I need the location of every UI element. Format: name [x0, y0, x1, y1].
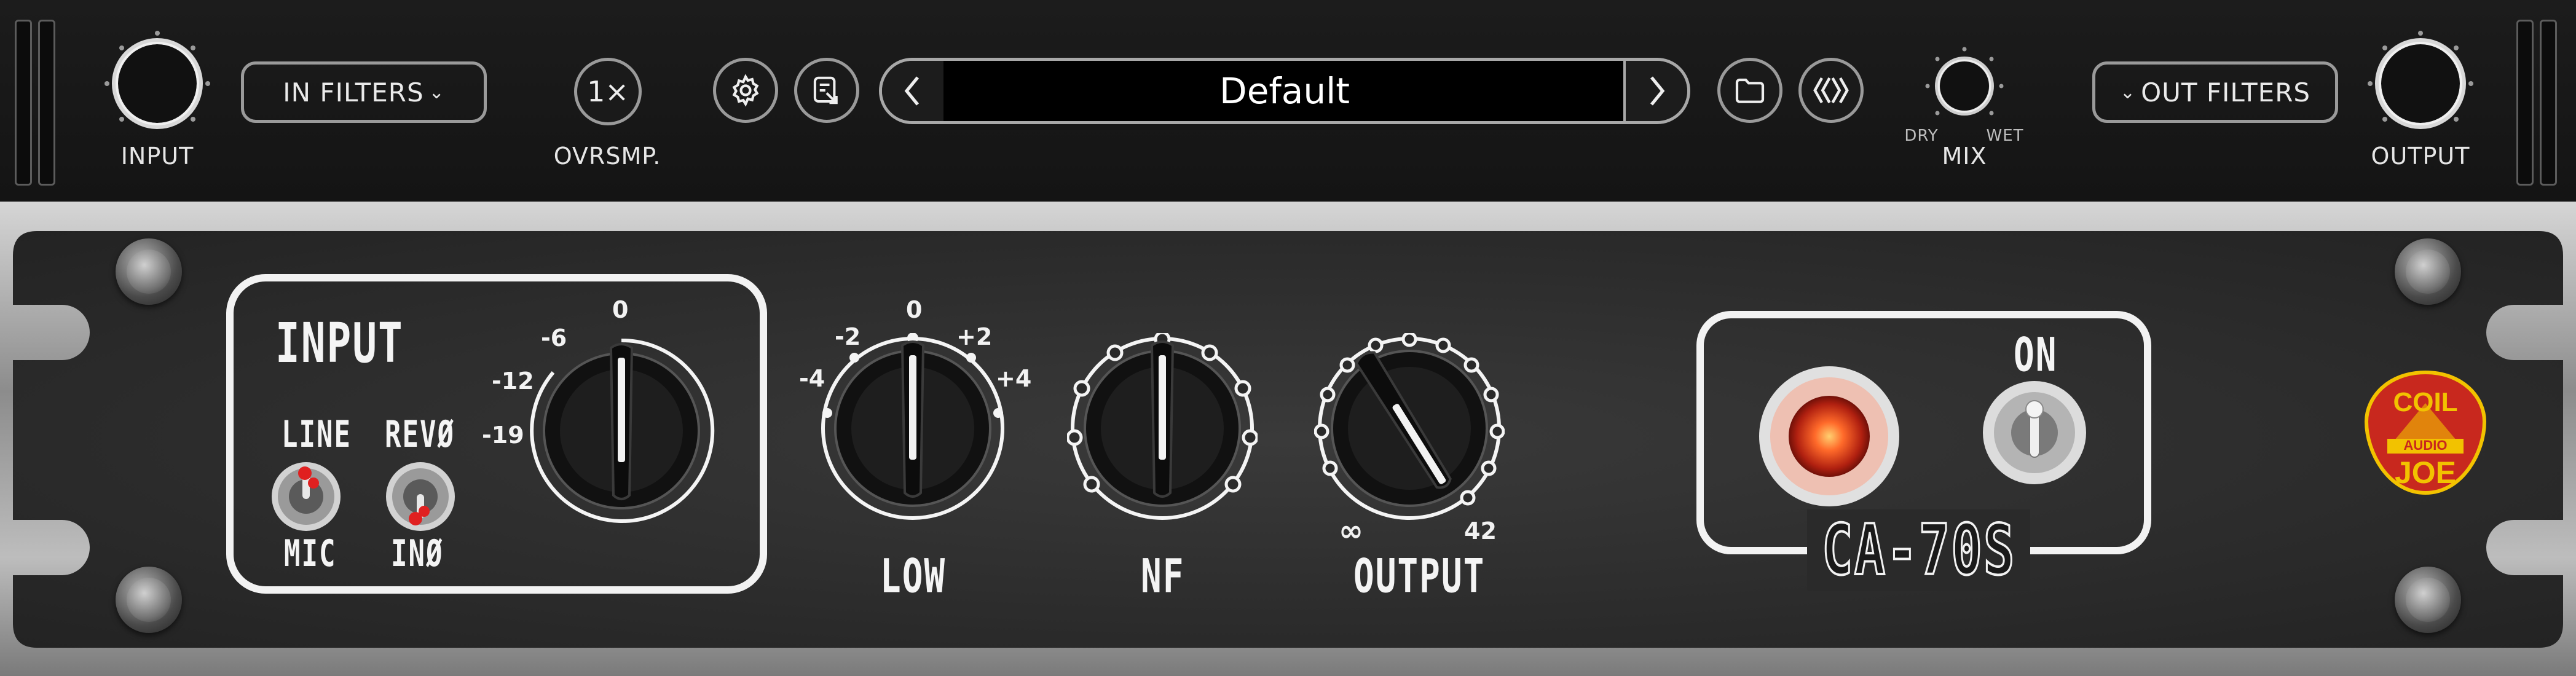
- nf-knob[interactable]: [1066, 331, 1259, 524]
- plugin-header: INPUT IN FILTERS ⌄ 1× OVRSMP. Default DR…: [0, 0, 2576, 202]
- rack-screw-top-right: [2395, 238, 2461, 305]
- model-name: CA-70S: [1807, 508, 2031, 592]
- compare-icon: [1813, 77, 1849, 104]
- mic-label: MIC: [284, 533, 337, 575]
- preset-selector: Default: [879, 58, 1690, 124]
- export-icon: [813, 76, 838, 104]
- power-toggle-switch[interactable]: [1980, 379, 2089, 487]
- nf-knob-label: NF: [1141, 549, 1185, 604]
- output-knob-label: OUTPUT: [2371, 143, 2470, 170]
- logo-text-audio: AUDIO: [2403, 438, 2448, 453]
- input-tick-0: 0: [612, 296, 629, 323]
- preset-folder-button[interactable]: [1717, 58, 1782, 123]
- export-button[interactable]: [794, 58, 859, 123]
- out-filters-button[interactable]: ⌄ OUT FILTERS: [2092, 61, 2338, 123]
- chevron-down-icon: ⌄: [2119, 81, 2137, 103]
- compare-button[interactable]: [1798, 58, 1864, 123]
- output-tick-min: ∞: [1339, 514, 1363, 548]
- output-meter-right: [2540, 20, 2557, 186]
- next-preset-button[interactable]: [1623, 61, 1687, 121]
- input-meter-right: [38, 20, 55, 186]
- mix-knob[interactable]: [1924, 45, 2005, 127]
- settings-button[interactable]: [713, 58, 778, 123]
- output-meter-left: [2516, 20, 2534, 186]
- coil-audio-joe-logo: COIL AUDIO JOE: [2358, 366, 2493, 501]
- line-label: LINE: [282, 414, 352, 456]
- low-knob[interactable]: [817, 332, 1008, 524]
- output-level-knob[interactable]: [1314, 331, 1505, 524]
- rack-screw-bottom-left: [116, 567, 182, 633]
- oversampling-label: OVRSMP.: [553, 143, 661, 170]
- gear-icon: [732, 74, 759, 107]
- chevron-down-icon: ⌄: [428, 81, 445, 103]
- low-tick-0: 0: [906, 296, 923, 323]
- chevron-left-icon: [904, 76, 920, 106]
- logo-text-coil: COIL: [2393, 387, 2458, 417]
- input-tick-minus19: -19: [482, 422, 524, 449]
- rack-screw-top-left: [116, 238, 182, 305]
- power-toggle-label: ON: [2014, 328, 2058, 383]
- oversampling-value: 1×: [587, 75, 629, 108]
- rev-phase-label: REVØ: [385, 414, 455, 456]
- power-lamp: [1757, 364, 1902, 509]
- input-gain-chicken-knob[interactable]: [526, 336, 717, 526]
- low-knob-label: LOW: [880, 549, 947, 604]
- input-knob-label: INPUT: [120, 143, 194, 170]
- in-filters-label: IN FILTERS: [283, 77, 424, 108]
- line-mic-switch[interactable]: [269, 460, 343, 533]
- preset-name[interactable]: Default: [943, 61, 1626, 121]
- out-filters-label: OUT FILTERS: [2141, 77, 2311, 108]
- output-tick-max: 42: [1464, 517, 1497, 544]
- input-meter-left: [15, 20, 32, 186]
- phase-switch[interactable]: [384, 460, 457, 533]
- folder-icon: [1735, 78, 1765, 103]
- oversampling-button[interactable]: 1×: [574, 58, 642, 125]
- previous-preset-button[interactable]: [882, 61, 946, 121]
- in-filters-button[interactable]: IN FILTERS ⌄: [241, 61, 487, 123]
- logo-text-joe: JOE: [2394, 455, 2457, 490]
- mix-label: MIX: [1942, 143, 1987, 170]
- in-phase-label: INØ: [391, 533, 444, 575]
- output-gain-knob[interactable]: [2366, 29, 2475, 138]
- chevron-right-icon: [1650, 76, 1665, 106]
- input-gain-knob[interactable]: [103, 29, 211, 138]
- rack-screw-bottom-right: [2395, 567, 2461, 633]
- input-section-title: INPUT: [275, 311, 404, 375]
- output-knob-label: OUTPUT: [1353, 549, 1486, 604]
